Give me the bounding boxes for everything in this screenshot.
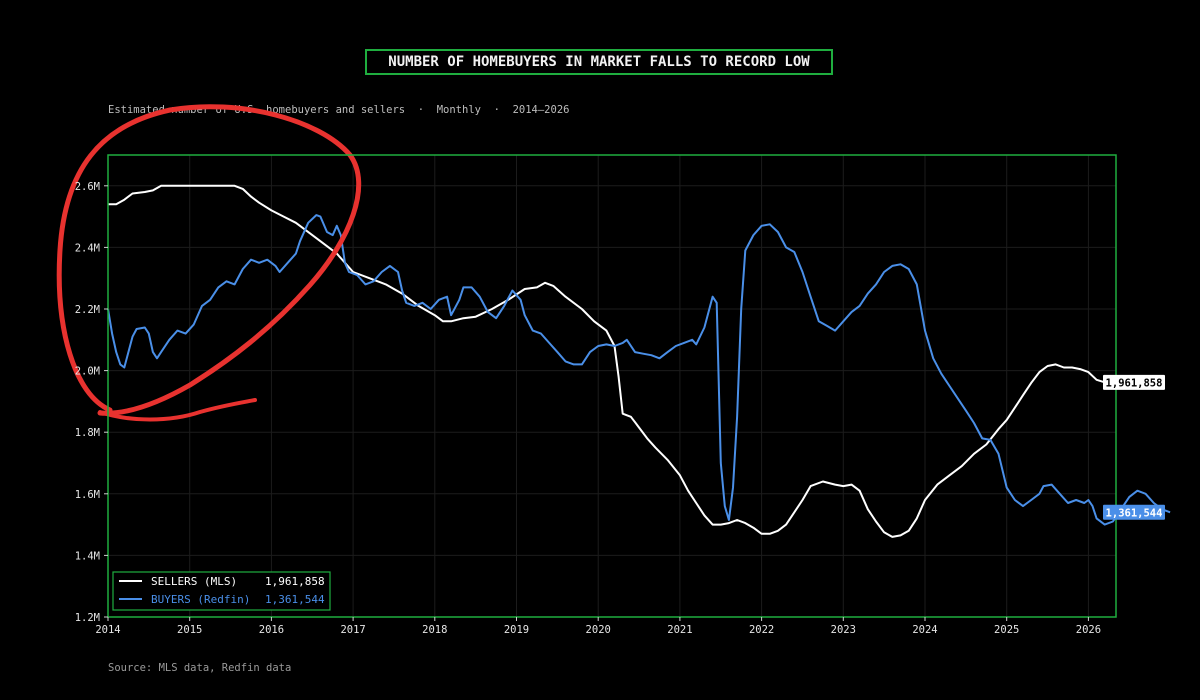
x-tick-label: 2026 bbox=[1076, 624, 1101, 636]
x-tick-label: 2015 bbox=[177, 624, 202, 636]
x-tick-label: 2014 bbox=[95, 624, 120, 636]
y-tick-label: 1.4M bbox=[75, 550, 100, 562]
y-tick-label: 1.6M bbox=[75, 489, 100, 501]
x-tick-label: 2025 bbox=[994, 624, 1019, 636]
hand-drawn-annotation bbox=[56, 104, 362, 422]
end-label-value-buyers: 1,361,544 bbox=[1106, 507, 1163, 519]
end-label-value-sellers: 1,961,858 bbox=[1106, 377, 1163, 389]
y-tick-label: 1.2M bbox=[75, 612, 100, 624]
y-tick-label: 1.8M bbox=[75, 427, 100, 439]
legend: SELLERS (MLS) 1,961,858 BUYERS (Redfin) … bbox=[112, 571, 331, 611]
x-tick-label: 2020 bbox=[586, 624, 611, 636]
legend-value-buyers: 1,361,544 bbox=[265, 593, 325, 606]
legend-label-buyers: BUYERS (Redfin) bbox=[151, 593, 250, 606]
y-tick-label: 2.2M bbox=[75, 304, 100, 316]
x-tick-label: 2022 bbox=[749, 624, 774, 636]
series-lines bbox=[107, 184, 1171, 538]
chart-plot: 2014 2015 2016 2017 2018 2019 2020 2021 2022 2023… bbox=[56, 104, 1171, 636]
annotation-circle bbox=[56, 104, 362, 416]
x-tick-label: 2021 bbox=[667, 624, 692, 636]
x-tick-label: 2024 bbox=[912, 624, 937, 636]
y-axis-ticks: 1.2M 1.4M 1.6M 1.8M 2.0M 2.2M 2.4M 2.6M bbox=[75, 181, 108, 624]
x-tick-label: 2018 bbox=[422, 624, 447, 636]
y-tick-label: 2.6M bbox=[75, 181, 100, 193]
legend-label-sellers: SELLERS (MLS) bbox=[151, 575, 237, 588]
chart-source: Source: MLS data, Redfin data bbox=[108, 662, 292, 674]
y-tick-label: 2.0M bbox=[75, 366, 100, 378]
y-tick-label: 2.4M bbox=[75, 242, 100, 254]
series-line-buyers bbox=[107, 214, 1171, 526]
x-axis-ticks: 2014 2015 2016 2017 2018 2019 2020 2021 2022 2023… bbox=[95, 617, 1101, 636]
x-tick-label: 2016 bbox=[259, 624, 284, 636]
x-tick-label: 2023 bbox=[831, 624, 856, 636]
series-line-sellers bbox=[108, 184, 1105, 538]
end-labels: 1,961,858 1,361,544 bbox=[1103, 374, 1165, 520]
grid bbox=[107, 155, 1116, 618]
x-tick-label: 2017 bbox=[340, 624, 365, 636]
legend-value-sellers: 1,961,858 bbox=[265, 575, 325, 588]
x-tick-label: 2019 bbox=[504, 624, 529, 636]
plot-frame bbox=[107, 154, 1117, 618]
